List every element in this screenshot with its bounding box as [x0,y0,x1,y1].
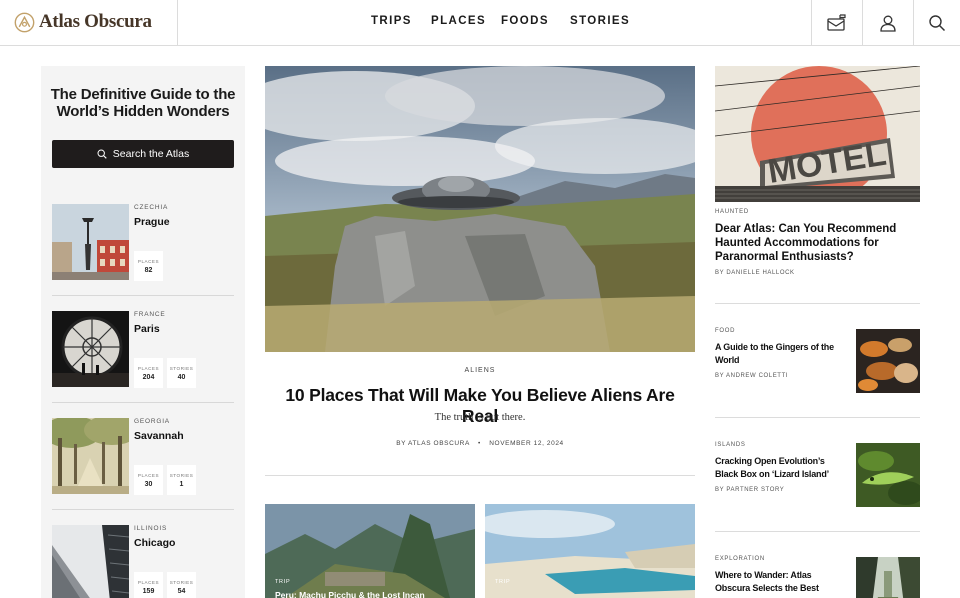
savannah-image [52,418,129,494]
nav-places[interactable]: PLACES [431,15,486,27]
destination-country: GEORGIA [134,418,170,425]
places-count: PLACES 204 [134,358,163,388]
destination-card-prague[interactable]: CZECHIA Prague PLACES 82 [52,204,234,302]
article-byline[interactable]: BY PARTNER STORY [715,487,784,493]
destination-card-paris[interactable]: FRANCE Paris PLACES 204 STORIES 40 [52,311,234,409]
destination-card-savannah[interactable]: GEORGIA Savannah PLACES 30 STORIES 1 [52,418,234,516]
stories-value: 40 [177,374,186,381]
article-title[interactable]: Where to Wander: Atlas Obscura Selects t… [715,569,847,594]
destination-city: Chicago [134,537,176,549]
card-title: Peru: Machu Picchu & the Lost Incan [275,590,425,598]
feature-byline[interactable]: BY DANIELLE HALLOCK [715,270,795,276]
mailbox-icon [827,13,846,31]
destination-country: CZECHIA [134,204,169,211]
feature-category[interactable]: HAUNTED [715,209,749,215]
prague-image [52,204,129,280]
search-button[interactable] [913,0,960,45]
logo[interactable]: Atlas Obscura [14,10,152,34]
logo-divider [177,0,178,45]
places-label: PLACES [137,366,160,371]
places-label: PLACES [137,580,160,585]
stories-label: STORIES [169,473,194,478]
chicago-image [52,525,129,598]
places-count: PLACES 82 [134,251,163,281]
feature-title[interactable]: Dear Atlas: Can You Recommend Haunted Ac… [715,222,920,264]
hero-meta: BY ATLAS OBSCURA • NOVEMBER 12, 2024 [265,440,695,447]
article-category[interactable]: ISLANDS [715,442,746,448]
destination-country: FRANCE [134,311,166,318]
article-category[interactable]: EXPLORATION [715,556,765,562]
search-atlas-button[interactable]: Search the Atlas [52,140,234,168]
exploration-image[interactable] [856,557,920,598]
divider [715,303,920,304]
divider [52,509,234,510]
hero-image[interactable] [265,66,695,352]
motel-illustration[interactable]: MOTEL [715,66,920,202]
card-category: TRIP [275,579,291,585]
destination-city: Savannah [134,430,184,442]
sidebar-title: The Definitive Guide to the World’s Hidd… [50,86,236,120]
stories-count: STORIES 40 [167,358,196,388]
divider [52,402,234,403]
article-category[interactable]: FOOD [715,328,735,334]
stories-count: STORIES 1 [167,465,196,495]
stories-count: STORIES 54 [167,572,196,598]
stories-label: STORIES [169,366,194,371]
divider [715,417,920,418]
search-icon [97,149,107,159]
places-count: PLACES 30 [134,465,163,495]
places-label: PLACES [137,259,160,264]
article-title[interactable]: A Guide to the Gingers of the World [715,341,847,366]
search-atlas-label: Search the Atlas [112,148,190,160]
lizard-image[interactable] [856,443,920,507]
stories-value: 54 [177,588,186,595]
meta-separator: • [477,440,481,447]
logo-mark-icon [14,12,35,32]
places-value: 82 [144,267,153,274]
places-count: PLACES 159 [134,572,163,598]
nav-foods[interactable]: FOODS [501,15,549,27]
user-icon [880,15,896,32]
destination-country: ILLINOIS [134,525,168,532]
destinations-sidebar: The Definitive Guide to the World’s Hidd… [41,66,245,598]
article-byline[interactable]: BY ANDREW COLETTI [715,373,788,379]
destination-city: Paris [134,323,160,335]
card-category: TRIP [495,579,511,585]
mailbox-button[interactable] [811,0,862,45]
paris-image [52,311,129,387]
nav-trips[interactable]: TRIPS [371,15,412,27]
stories-value: 1 [179,481,184,488]
places-value: 159 [142,588,155,595]
divider [52,295,234,296]
destination-card-chicago[interactable]: ILLINOIS Chicago PLACES 159 STORIES 54 [52,525,234,598]
nav-stories[interactable]: STORIES [570,15,630,27]
site-header: Atlas Obscura TRIPS PLACES FOODS STORIES [0,0,960,46]
hero-byline[interactable]: BY ATLAS OBSCURA [396,440,469,447]
hero-subtitle: The truth is out there. [434,412,526,423]
search-icon [929,14,946,31]
account-button[interactable] [862,0,913,45]
trip-card-lagoon[interactable]: TRIP [485,504,695,598]
logo-text: Atlas Obscura [39,11,152,32]
trip-card-peru[interactable]: TRIP Peru: Machu Picchu & the Lost Incan [265,504,475,598]
hero-category[interactable]: ALIENS [265,367,695,374]
places-value: 204 [142,374,155,381]
places-value: 30 [144,481,153,488]
destination-city: Prague [134,216,170,228]
stories-label: STORIES [169,580,194,585]
hero-date: NOVEMBER 12, 2024 [489,440,564,447]
article-title[interactable]: Cracking Open Evolution’s Black Box on ‘… [715,455,847,480]
divider [265,475,695,476]
places-label: PLACES [137,473,160,478]
ginger-image[interactable] [856,329,920,393]
divider [715,531,920,532]
